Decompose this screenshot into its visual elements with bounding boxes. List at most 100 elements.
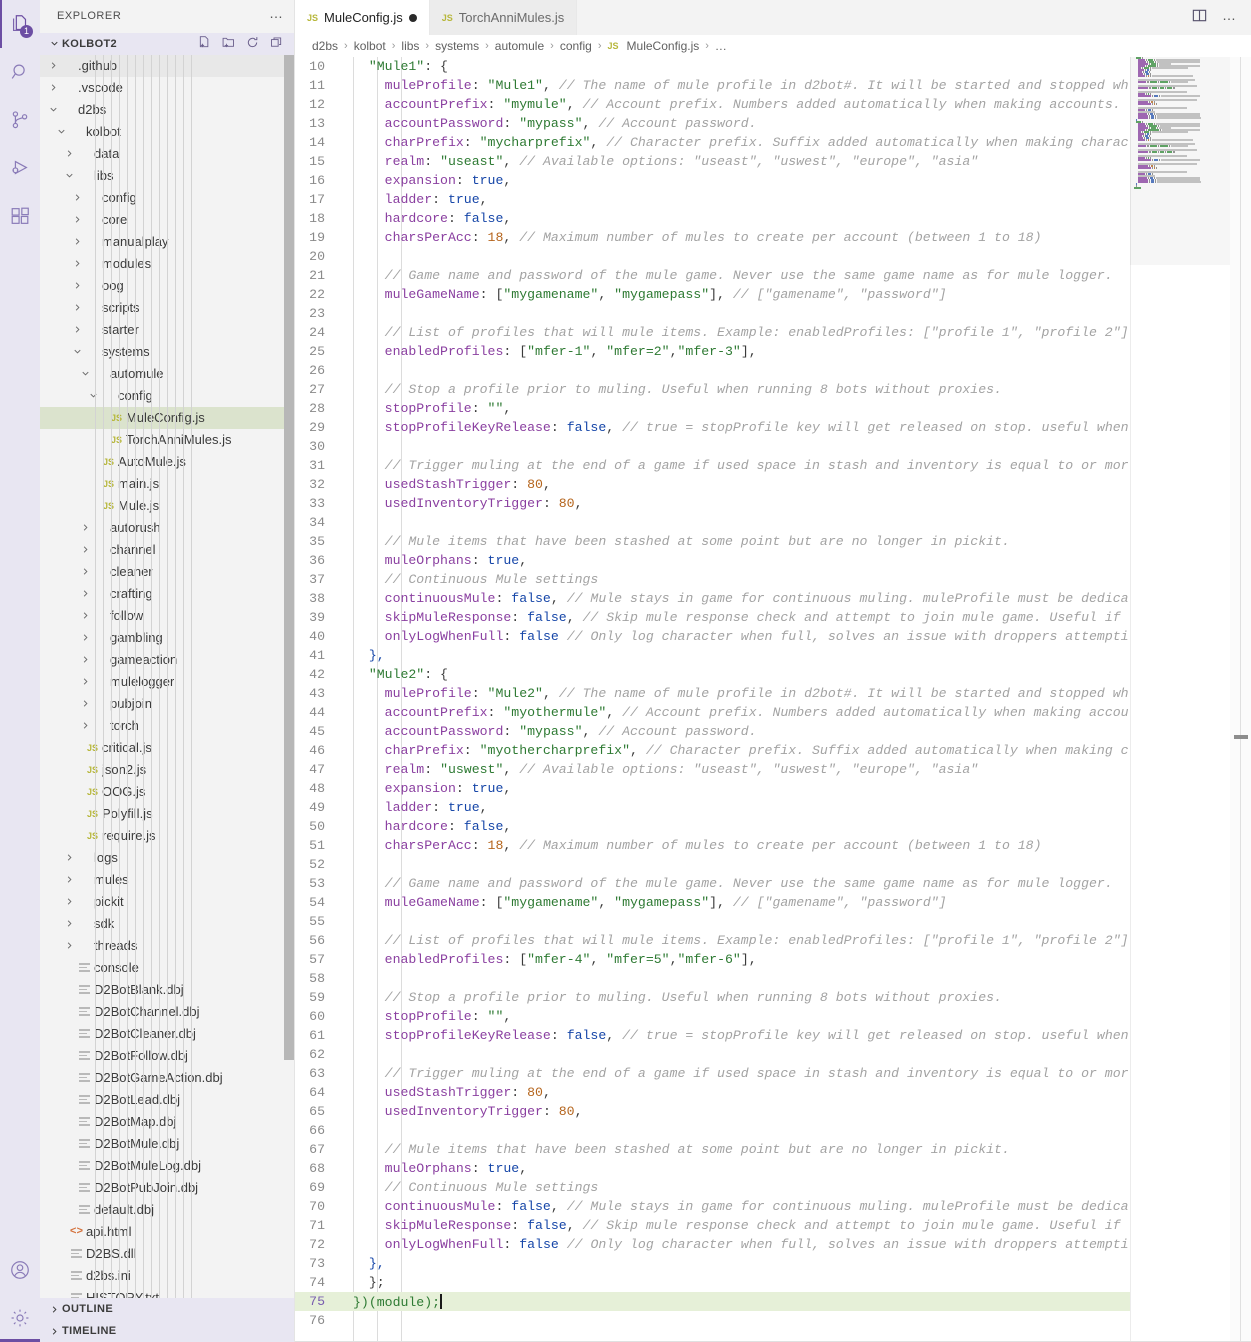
code-line[interactable]: 39 skipMuleResponse: false, // Skip mule… <box>295 608 1251 627</box>
chevron-right-icon[interactable] <box>80 544 91 555</box>
editor-vertical-scrollbar[interactable] <box>1230 57 1251 1342</box>
code-line[interactable]: 49 ladder: true, <box>295 798 1251 817</box>
code-line[interactable]: 30 <box>295 437 1251 456</box>
code-line[interactable]: 15 realm: "useast", // Available options… <box>295 152 1251 171</box>
chevron-right-icon[interactable] <box>80 676 91 687</box>
chevron-down-icon[interactable] <box>64 170 75 181</box>
code-line[interactable]: 26 <box>295 361 1251 380</box>
code-line[interactable]: 69 // Continuous Mule settings <box>295 1178 1251 1197</box>
chevron-right-icon[interactable] <box>72 192 83 203</box>
code-line[interactable]: 18 hardcore: false, <box>295 209 1251 228</box>
chevron-right-icon[interactable] <box>64 874 75 885</box>
code-line[interactable]: 11 muleProfile: "Mule1", // The name of … <box>295 76 1251 95</box>
code-line[interactable]: 68 muleOrphans: true, <box>295 1159 1251 1178</box>
code-editor[interactable]: 10 "Mule1": {11 muleProfile: "Mule1", //… <box>295 57 1251 1342</box>
code-line[interactable]: 40 onlyLogWhenFull: false // Only log ch… <box>295 627 1251 646</box>
chevron-right-icon[interactable] <box>64 940 75 951</box>
code-line[interactable]: 14 charPrefix: "mycharprefix", // Charac… <box>295 133 1251 152</box>
tab-dirty-indicator[interactable] <box>408 13 417 22</box>
code-line[interactable]: 22 muleGameName: ["mygamename", "mygamep… <box>295 285 1251 304</box>
chevron-down-icon[interactable] <box>72 346 83 357</box>
chevron-down-icon[interactable] <box>88 390 99 401</box>
tab-torchannimules[interactable]: JS TorchAnniMules.js <box>429 0 578 35</box>
code-line[interactable]: 17 ladder: true, <box>295 190 1251 209</box>
code-line[interactable]: 47 realm: "uswest", // Available options… <box>295 760 1251 779</box>
code-line[interactable]: 57 enabledProfiles: ["mfer-4", "mfer=5",… <box>295 950 1251 969</box>
chevron-right-icon[interactable] <box>80 698 91 709</box>
breadcrumb-item[interactable]: config <box>560 39 592 53</box>
code-line[interactable]: 13 accountPassword: "mypass", // Account… <box>295 114 1251 133</box>
chevron-right-icon[interactable] <box>80 588 91 599</box>
refresh-icon[interactable] <box>245 35 260 53</box>
chevron-right-icon[interactable] <box>72 258 83 269</box>
chevron-right-icon[interactable] <box>80 566 91 577</box>
code-line[interactable]: 63 // Trigger muling at the end of a gam… <box>295 1064 1251 1083</box>
breadcrumb-item[interactable]: MuleConfig.js <box>627 39 700 53</box>
chevron-right-icon[interactable] <box>64 918 75 929</box>
chevron-right-icon[interactable] <box>64 896 75 907</box>
code-line[interactable]: 12 accountPrefix: "mymule", // Account p… <box>295 95 1251 114</box>
code-line[interactable]: 48 expansion: true, <box>295 779 1251 798</box>
breadcrumb-item[interactable]: automule <box>495 39 544 53</box>
activity-bar-item-run-and-debug[interactable] <box>0 144 40 192</box>
code-line[interactable]: 70 continuousMule: false, // Mule stays … <box>295 1197 1251 1216</box>
activity-bar-item-search[interactable] <box>0 48 40 96</box>
file-tree[interactable]: .github.vscoded2bskolbotdatalibsconfigco… <box>40 54 294 1298</box>
new-folder-icon[interactable] <box>221 35 236 53</box>
code-line[interactable]: 74 }; <box>295 1273 1251 1292</box>
chevron-right-icon[interactable] <box>48 82 59 93</box>
activity-bar-item-explorer[interactable]: 1 <box>0 0 40 48</box>
code-line[interactable]: 55 <box>295 912 1251 931</box>
minimap-slider[interactable] <box>1130 57 1230 265</box>
chevron-right-icon[interactable] <box>72 280 83 291</box>
code-line[interactable]: 51 charsPerAcc: 18, // Maximum number of… <box>295 836 1251 855</box>
chevron-right-icon[interactable] <box>80 610 91 621</box>
chevron-right-icon[interactable] <box>72 214 83 225</box>
code-line[interactable]: 62 <box>295 1045 1251 1064</box>
code-line[interactable]: 36 muleOrphans: true, <box>295 551 1251 570</box>
chevron-right-icon[interactable] <box>80 522 91 533</box>
collapse-all-icon[interactable] <box>269 35 284 53</box>
chevron-right-icon[interactable] <box>80 720 91 731</box>
code-line[interactable]: 37 // Continuous Mule settings <box>295 570 1251 589</box>
code-line[interactable]: 46 charPrefix: "myothercharprefix", // C… <box>295 741 1251 760</box>
code-line[interactable]: 67 // Mule items that have been stashed … <box>295 1140 1251 1159</box>
chevron-right-icon[interactable] <box>64 852 75 863</box>
code-line[interactable]: 73 }, <box>295 1254 1251 1273</box>
code-line[interactable]: 50 hardcore: false, <box>295 817 1251 836</box>
code-line[interactable]: 10 "Mule1": { <box>295 57 1251 76</box>
code-line[interactable]: 65 usedInventoryTrigger: 80, <box>295 1102 1251 1121</box>
activity-bar-item-extensions[interactable] <box>0 192 40 240</box>
code-line[interactable]: 76 <box>295 1311 1251 1330</box>
chevron-right-icon[interactable] <box>64 148 75 159</box>
code-line[interactable]: 29 stopProfileKeyRelease: false, // true… <box>295 418 1251 437</box>
code-line[interactable]: 24 // List of profiles that will mule it… <box>295 323 1251 342</box>
code-line[interactable]: 60 stopProfile: "", <box>295 1007 1251 1026</box>
code-line[interactable]: 19 charsPerAcc: 18, // Maximum number of… <box>295 228 1251 247</box>
code-line[interactable]: 71 skipMuleResponse: false, // Skip mule… <box>295 1216 1251 1235</box>
new-file-icon[interactable] <box>197 35 212 53</box>
breadcrumb[interactable]: d2bs › kolbot › libs › systems › automule › config… <box>295 35 1251 57</box>
code-line[interactable]: 31 // Trigger muling at the end of a gam… <box>295 456 1251 475</box>
code-line[interactable]: 54 muleGameName: ["mygamename", "mygamep… <box>295 893 1251 912</box>
breadcrumb-item[interactable]: … <box>715 39 727 53</box>
sidebar-scrollbar[interactable] <box>284 55 294 1060</box>
code-line[interactable]: 56 // List of profiles that will mule it… <box>295 931 1251 950</box>
chevron-right-icon[interactable] <box>72 302 83 313</box>
activity-bar-item-settings[interactable] <box>0 1294 40 1342</box>
more-actions-icon[interactable]: … <box>1222 8 1237 25</box>
code-line[interactable]: 66 <box>295 1121 1251 1140</box>
code-line[interactable]: 53 // Game name and password of the mule… <box>295 874 1251 893</box>
code-line[interactable]: 58 <box>295 969 1251 988</box>
breadcrumb-item[interactable]: libs <box>401 39 419 53</box>
code-line[interactable]: 27 // Stop a profile prior to muling. Us… <box>295 380 1251 399</box>
code-line[interactable]: 43 muleProfile: "Mule2", // The name of … <box>295 684 1251 703</box>
code-line[interactable]: 28 stopProfile: "", <box>295 399 1251 418</box>
code-line[interactable]: 33 usedInventoryTrigger: 80, <box>295 494 1251 513</box>
explorer-more-actions-icon[interactable]: … <box>269 6 284 23</box>
chevron-down-icon[interactable] <box>80 368 91 379</box>
activity-bar-item-source-control[interactable] <box>0 96 40 144</box>
code-line[interactable]: 32 usedStashTrigger: 80, <box>295 475 1251 494</box>
code-line[interactable]: 45 accountPassword: "mypass", // Account… <box>295 722 1251 741</box>
code-line[interactable]: 72 onlyLogWhenFull: false // Only log ch… <box>295 1235 1251 1254</box>
